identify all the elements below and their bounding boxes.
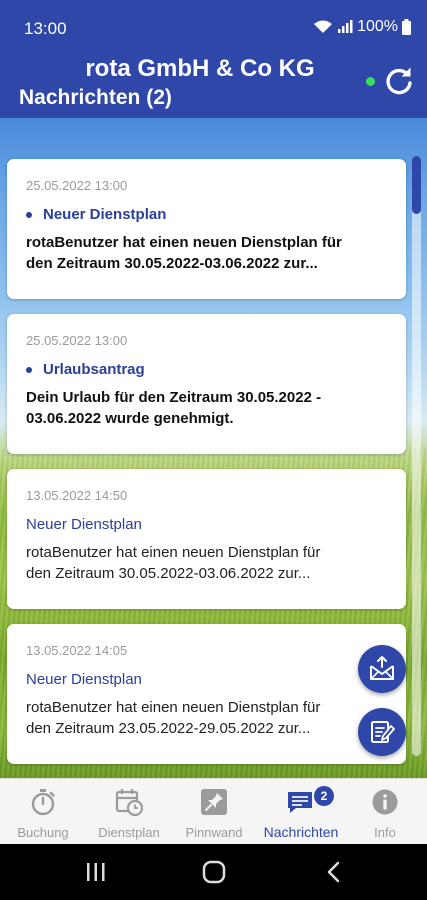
recents-icon[interactable] bbox=[83, 860, 109, 884]
nav-label: Nachrichten bbox=[263, 824, 339, 840]
company-name: rota GmbH & Co KG bbox=[85, 55, 315, 82]
message-preview: rotaBenutzer hat einen neuen Dienstplan … bbox=[26, 697, 371, 739]
nav-item-nachrichten[interactable]: 2 Nachrichten bbox=[256, 779, 346, 845]
message-subject: Neuer Dienstplan bbox=[26, 516, 142, 533]
nav-label: Dienstplan bbox=[98, 825, 160, 840]
nav-item-dienstplan[interactable]: Dienstplan bbox=[86, 779, 172, 845]
message-date: 13.05.2022 14:05 bbox=[26, 643, 128, 658]
nav-item-info[interactable]: Info bbox=[346, 779, 424, 845]
status-bar: 13:00 100% bbox=[0, 0, 427, 54]
message-date: 13.05.2022 14:50 bbox=[26, 488, 128, 503]
message-subject-text: Neuer Dienstplan bbox=[43, 206, 167, 223]
nav-label: Pinnwand bbox=[185, 825, 243, 840]
message-list[interactable]: 25.05.2022 13:00 Neuer Dienstplan rotaBe… bbox=[0, 118, 427, 778]
battery-percent: 100% bbox=[357, 18, 398, 35]
unread-badge: 2 bbox=[314, 786, 334, 806]
nav-label: Buchung bbox=[17, 825, 69, 840]
battery-icon bbox=[402, 19, 411, 35]
nav-item-pinnwand[interactable]: Pinnwand bbox=[172, 779, 256, 845]
system-navigation-bar bbox=[0, 844, 427, 900]
calendar-clock-icon bbox=[115, 789, 143, 816]
message-preview-line: Dein Urlaub für den Zeitraum 30.05.2022 … bbox=[26, 389, 322, 406]
unread-dot bbox=[26, 366, 32, 373]
nav-item-buchung[interactable]: Buchung bbox=[0, 779, 86, 845]
nav-label: Info bbox=[374, 825, 396, 840]
message-preview: Dein Urlaub für den Zeitraum 30.05.2022 … bbox=[26, 387, 371, 429]
info-icon bbox=[372, 789, 398, 815]
message-card[interactable]: 25.05.2022 13:00 Urlaubsantrag Dein Urla… bbox=[7, 314, 406, 454]
compose-icon bbox=[371, 721, 395, 743]
status-icons: 100% bbox=[313, 18, 411, 36]
scrollbar-thumb[interactable] bbox=[412, 156, 421, 214]
chat-icon bbox=[288, 792, 312, 813]
message-preview-line: rotaBenutzer hat einen neuen Dienstplan … bbox=[26, 234, 342, 251]
message-preview-line: den Zeitraum 30.05.2022-03.06.2022 zur..… bbox=[26, 565, 311, 582]
home-icon[interactable] bbox=[201, 860, 227, 884]
message-subject: Neuer Dienstplan bbox=[26, 206, 166, 223]
message-preview-line: den Zeitraum 23.05.2022-29.05.2022 zur..… bbox=[26, 720, 311, 737]
message-card[interactable]: 13.05.2022 14:50 Neuer Dienstplan rotaBe… bbox=[7, 469, 406, 609]
online-status-indicator bbox=[366, 77, 375, 86]
compose-button[interactable] bbox=[358, 708, 406, 756]
refresh-icon[interactable] bbox=[383, 64, 415, 96]
message-card[interactable]: 25.05.2022 13:00 Neuer Dienstplan rotaBe… bbox=[7, 159, 406, 299]
message-subject-text: Urlaubsantrag bbox=[43, 361, 145, 378]
message-preview-line: rotaBenutzer hat einen neuen Dienstplan … bbox=[26, 544, 321, 561]
stopwatch-icon bbox=[31, 789, 55, 816]
page-title: Nachrichten (2) bbox=[19, 86, 172, 109]
pushpin-icon bbox=[201, 789, 227, 815]
message-subject: Neuer Dienstplan bbox=[26, 671, 142, 688]
message-preview-line: den Zeitraum 30.05.2022-03.06.2022 zur..… bbox=[26, 255, 318, 272]
back-icon[interactable] bbox=[321, 860, 347, 884]
wifi-icon bbox=[314, 20, 333, 33]
message-date: 25.05.2022 13:00 bbox=[26, 333, 128, 348]
scrollbar-track[interactable] bbox=[412, 156, 421, 756]
message-preview-line: rotaBenutzer hat einen neuen Dienstplan … bbox=[26, 699, 321, 716]
unread-dot bbox=[26, 211, 32, 218]
message-subject: Urlaubsantrag bbox=[26, 361, 145, 378]
message-preview: rotaBenutzer hat einen neuen Dienstplan … bbox=[26, 232, 371, 274]
status-time: 13:00 bbox=[24, 19, 67, 38]
message-subject-text: Neuer Dienstplan bbox=[26, 516, 142, 533]
message-date: 25.05.2022 13:00 bbox=[26, 178, 128, 193]
message-preview-line: 03.06.2022 wurde genehmigt. bbox=[26, 410, 234, 427]
mail-upload-button[interactable] bbox=[358, 645, 406, 693]
mail-upload-icon bbox=[370, 656, 394, 680]
message-card[interactable]: 13.05.2022 14:05 Neuer Dienstplan rotaBe… bbox=[7, 624, 406, 764]
message-preview: rotaBenutzer hat einen neuen Dienstplan … bbox=[26, 542, 371, 584]
message-subject-text: Neuer Dienstplan bbox=[26, 671, 142, 688]
signal-icon bbox=[338, 20, 353, 33]
bottom-navigation: Buchung Dienstplan Pinnwand 2 Nachrichte… bbox=[0, 778, 427, 844]
app-header: 13:00 100% rota GmbH & Co KG Nachrichten… bbox=[0, 0, 427, 118]
